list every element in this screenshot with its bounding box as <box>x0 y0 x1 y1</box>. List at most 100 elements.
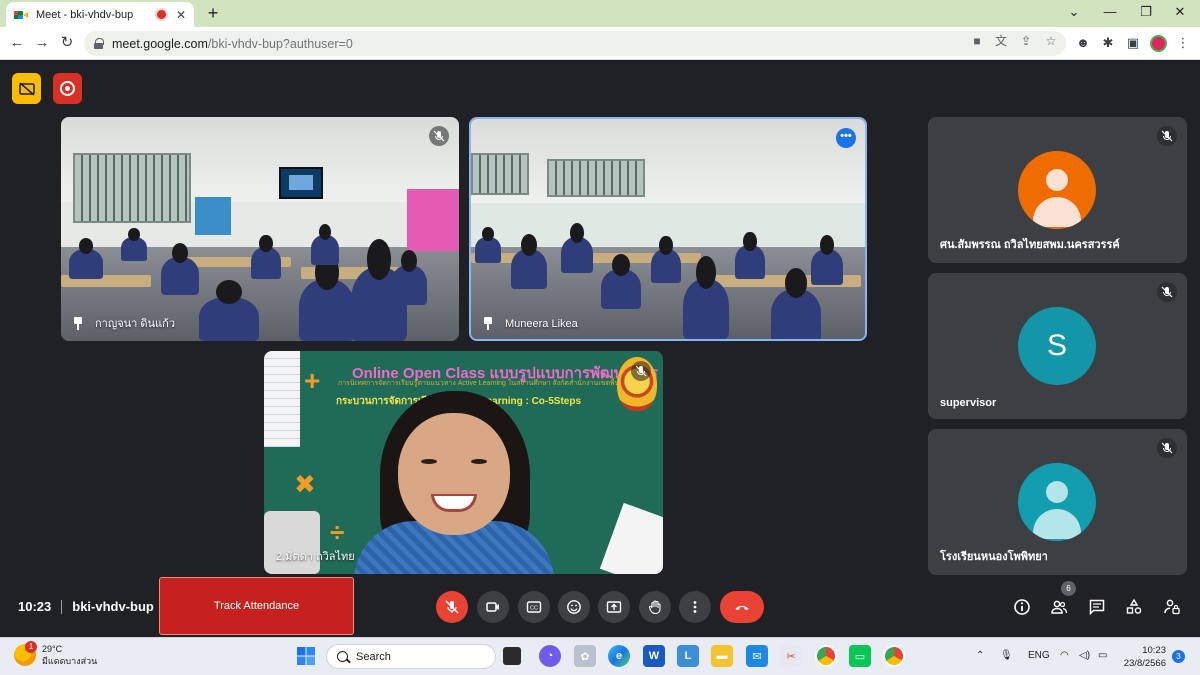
close-tab-icon[interactable]: ✕ <box>176 8 186 22</box>
participant-avatar-icon <box>1018 151 1096 229</box>
people-button[interactable] <box>1048 596 1070 618</box>
battery-icon[interactable]: ▭ <box>1098 650 1107 661</box>
show-hidden-icons-chevron-icon[interactable]: ⌃ <box>976 650 984 661</box>
participant-card-1[interactable]: ศน.สัมพรรณ ถวิลไทยสพม.นครสวรรค์ <box>928 117 1187 263</box>
meeting-info: 10:23 bki-vhdv-bup <box>18 599 154 614</box>
captions-off-button[interactable] <box>12 73 41 104</box>
weather-widget[interactable]: 1 29°C มีแดดบางส่วน <box>14 641 98 667</box>
chat-icon <box>1089 599 1105 616</box>
video-tile-classroom-1[interactable]: กาญจนา ดินแก้ว <box>61 117 459 341</box>
leave-call-button[interactable] <box>720 591 764 623</box>
edge-browser-icon[interactable]: e <box>608 645 630 667</box>
plus-sign-icon: + <box>304 365 321 396</box>
present-screen-button[interactable] <box>598 591 630 623</box>
participant-card-3[interactable]: โรงเรียนหนองโพพิทยา <box>928 429 1187 575</box>
participant-count-badge: 6 <box>1061 581 1076 596</box>
camera-in-use-icon[interactable]: ■ <box>969 33 985 49</box>
launcher-l-app-icon[interactable]: L <box>677 645 699 667</box>
track-attendance-button[interactable]: Track Attendance <box>159 577 354 635</box>
temperature: 29°C <box>42 644 63 654</box>
line-app-icon[interactable]: ▭ <box>849 645 871 667</box>
participant-card-2[interactable]: S supervisor <box>928 273 1187 419</box>
slide-subtitle: การนิเทศการจัดการเรียนรู้ตามแนวทาง Activ… <box>338 380 654 387</box>
chrome-browser-icon[interactable] <box>815 645 837 667</box>
partly-sunny-icon: 1 <box>14 641 37 666</box>
chrome-profile-icon[interactable] <box>883 645 905 667</box>
muted-mic-icon <box>1157 438 1177 458</box>
minimize-button[interactable]: — <box>1100 4 1120 19</box>
meeting-details-button[interactable] <box>1011 596 1033 618</box>
address-bar[interactable]: meet.google.com/bki-vhdv-bup?authuser=0 <box>84 31 1066 56</box>
back-button[interactable]: ← <box>8 34 26 52</box>
file-explorer-icon[interactable]: ▬ <box>711 645 733 667</box>
notification-count-badge[interactable]: 3 <box>1172 650 1185 663</box>
volume-icon[interactable]: ◁) <box>1079 650 1090 661</box>
input-language[interactable]: ENG <box>1028 650 1050 661</box>
close-window-button[interactable]: ✕ <box>1170 4 1190 20</box>
search-icon <box>337 651 348 662</box>
tab-title: Meet - bki-vhdv-bup <box>36 8 134 21</box>
start-button[interactable] <box>295 645 317 667</box>
muted-mic-icon <box>1157 282 1177 302</box>
translate-icon[interactable]: 文 <box>993 33 1009 49</box>
paint-app-icon[interactable]: ✿ <box>574 645 596 667</box>
chat-button[interactable] <box>1086 596 1108 618</box>
host-controls-button[interactable] <box>1161 596 1183 618</box>
muted-mic-icon <box>1157 126 1177 146</box>
wifi-icon[interactable]: ◠ <box>1060 650 1069 661</box>
share-icon[interactable]: ⇪ <box>1018 33 1034 49</box>
activities-button[interactable] <box>1123 596 1145 618</box>
microphone-tray-icon[interactable]: 🎙︎ <box>1000 650 1013 661</box>
raise-hand-button[interactable] <box>639 591 671 623</box>
reload-button[interactable]: ↻ <box>58 34 76 52</box>
camera-toggle-button[interactable] <box>477 591 509 623</box>
pin-icon[interactable] <box>73 316 83 330</box>
pin-icon[interactable] <box>483 317 493 330</box>
weather-alert-badge: 1 <box>25 641 37 653</box>
task-view-icon[interactable] <box>503 647 521 665</box>
recording-button[interactable] <box>53 73 82 104</box>
weather-description: มีแดดบางส่วน <box>42 656 98 666</box>
participant-name: supervisor <box>940 397 997 409</box>
people-icon <box>1051 600 1068 614</box>
reactions-button[interactable] <box>558 591 590 623</box>
recording-indicator-icon <box>156 10 166 19</box>
mail-app-icon[interactable]: ✉ <box>746 645 768 667</box>
more-options-button[interactable] <box>679 591 711 623</box>
virtual-background-slide: + ✖ ÷ Online Open Class แบบรูปแบบการพัฒน… <box>264 351 663 574</box>
taskbar-search[interactable]: Search <box>326 644 496 669</box>
teams-chat-icon[interactable]: ◔ <box>539 645 561 667</box>
lock-icon[interactable] <box>94 38 104 49</box>
browser-menu-icon[interactable]: ⋮ <box>1175 35 1191 51</box>
clock-time: 10:23 <box>1142 645 1166 656</box>
tile-name-label: กาญจนา ดินแก้ว <box>73 314 175 332</box>
video-tile-classroom-2[interactable]: ••• Muneera Likea <box>469 117 867 341</box>
captions-button[interactable]: CC <box>518 591 550 623</box>
activities-shapes-icon <box>1126 598 1142 614</box>
word-app-icon[interactable]: W <box>643 645 665 667</box>
captions-off-icon <box>18 81 35 96</box>
participant-name: 2.มัตดา ถวิลไทย <box>276 551 355 563</box>
restore-button[interactable]: ❐ <box>1136 4 1156 20</box>
video-tile-presenter[interactable]: + ✖ ÷ Online Open Class แบบรูปแบบการพัฒน… <box>264 351 663 574</box>
more-options-icon[interactable]: ••• <box>836 128 856 148</box>
tab-search-chevron-icon[interactable]: ⌄ <box>1064 4 1084 20</box>
meeting-time: 10:23 <box>18 599 52 614</box>
bookmark-star-icon[interactable]: ☆ <box>1043 33 1059 49</box>
microphone-toggle-button[interactable] <box>436 591 468 623</box>
record-icon <box>60 81 75 96</box>
new-tab-button[interactable]: + <box>203 3 223 24</box>
muted-mic-icon <box>429 126 449 146</box>
profile-avatar[interactable] <box>1150 35 1167 52</box>
browser-tab-meet[interactable]: Meet - bki-vhdv-bup ✕ <box>6 2 194 27</box>
classroom-video <box>61 117 459 341</box>
more-vertical-icon <box>693 601 697 613</box>
clock-date: 23/8/2566 <box>1123 658 1166 669</box>
snipping-tool-icon[interactable]: ✂ <box>780 645 802 667</box>
extension-avatar-icon[interactable]: ☻ <box>1075 35 1091 51</box>
muted-mic-icon <box>631 361 651 381</box>
forward-button[interactable]: → <box>33 34 51 52</box>
side-panel-icon[interactable]: ▣ <box>1125 35 1141 51</box>
system-clock[interactable]: 10:23 23/8/2566 <box>1122 644 1166 670</box>
extensions-puzzle-icon[interactable]: ✱ <box>1100 35 1116 51</box>
